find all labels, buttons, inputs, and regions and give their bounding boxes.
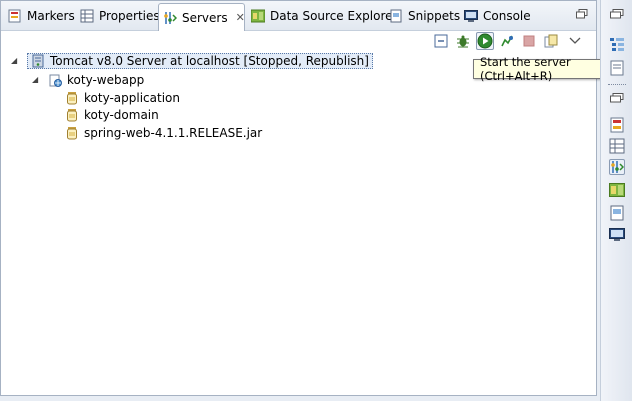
tab-label: Markers [27,9,75,23]
tree-row-jar[interactable]: koty-application [65,89,180,106]
restore-view-icon[interactable] [609,8,625,19]
module-label: koty-webapp [67,72,145,87]
tab-label: Data Source Explorer [270,9,398,23]
tab-markers[interactable]: Markers [4,3,79,29]
toolbar-separator [608,84,626,87]
minimize-view-icon[interactable] [576,8,588,19]
expand-triangle-icon[interactable]: ◢ [32,75,42,85]
tree-row-jar[interactable]: koty-domain [65,106,159,123]
view-menu-chevron-down-icon[interactable] [564,32,586,50]
data-source-icon[interactable] [609,182,625,198]
tree-row-jar[interactable]: spring-web-4.1.1.RELEASE.jar [65,124,262,141]
collapse-all-button[interactable] [432,32,450,50]
server-node[interactable]: Tomcat v8.0 Server at localhost [Stopped… [27,52,373,69]
expand-triangle-icon[interactable]: ◢ [11,56,21,66]
console-icon[interactable] [609,227,625,243]
publish-button[interactable] [542,32,560,50]
tab-label: Servers [182,10,228,25]
view-toolbar [432,32,586,50]
jar-icon [65,91,79,105]
servers-icon [163,11,178,25]
servers-icon[interactable] [609,159,625,175]
properties-icon[interactable] [609,138,625,154]
tab-label: Console [483,9,531,23]
child-label: koty-domain [84,107,159,122]
start-server-button[interactable] [476,32,494,50]
tab-servers[interactable]: Servers ✕ [158,3,245,31]
tab-label: Properties [99,9,160,23]
stop-server-button[interactable] [520,32,538,50]
snippets-icon [389,9,403,23]
right-trim-toolbar [600,0,632,401]
view-tab-bar: Markers Properties Servers ✕ Data Source… [1,1,596,31]
server-label: Tomcat v8.0 Server at localhost [Stopped… [50,53,369,68]
jar-icon [65,108,79,122]
task-list-icon[interactable] [609,60,625,76]
data-source-icon [250,9,266,23]
tree-row-module[interactable]: ◢ koty-webapp [32,71,144,88]
profile-server-button[interactable] [498,32,516,50]
tab-snippets[interactable]: Snippets [385,3,464,29]
tab-label: Snippets [408,9,461,23]
restore-view-icon[interactable] [609,92,625,108]
server-icon [31,54,45,68]
close-tab-icon[interactable]: ✕ [236,11,245,24]
markers-icon[interactable] [609,117,625,133]
tab-properties[interactable]: Properties [76,3,164,29]
child-label: spring-web-4.1.1.RELEASE.jar [84,125,263,140]
tree-row-server[interactable]: ◢ Tomcat v8.0 Server at localhost [Stopp… [11,52,373,69]
child-label: koty-application [84,90,180,105]
jar-icon [65,126,79,140]
tab-console[interactable]: Console [460,3,535,29]
console-icon [464,9,478,23]
outline-view-icon[interactable] [609,36,625,52]
properties-icon [80,9,94,23]
debug-server-button[interactable] [454,32,472,50]
markers-icon [8,9,22,23]
web-module-icon [48,73,62,87]
tab-data-source-explorer[interactable]: Data Source Explorer [247,3,401,29]
snippets-icon[interactable] [609,205,625,221]
